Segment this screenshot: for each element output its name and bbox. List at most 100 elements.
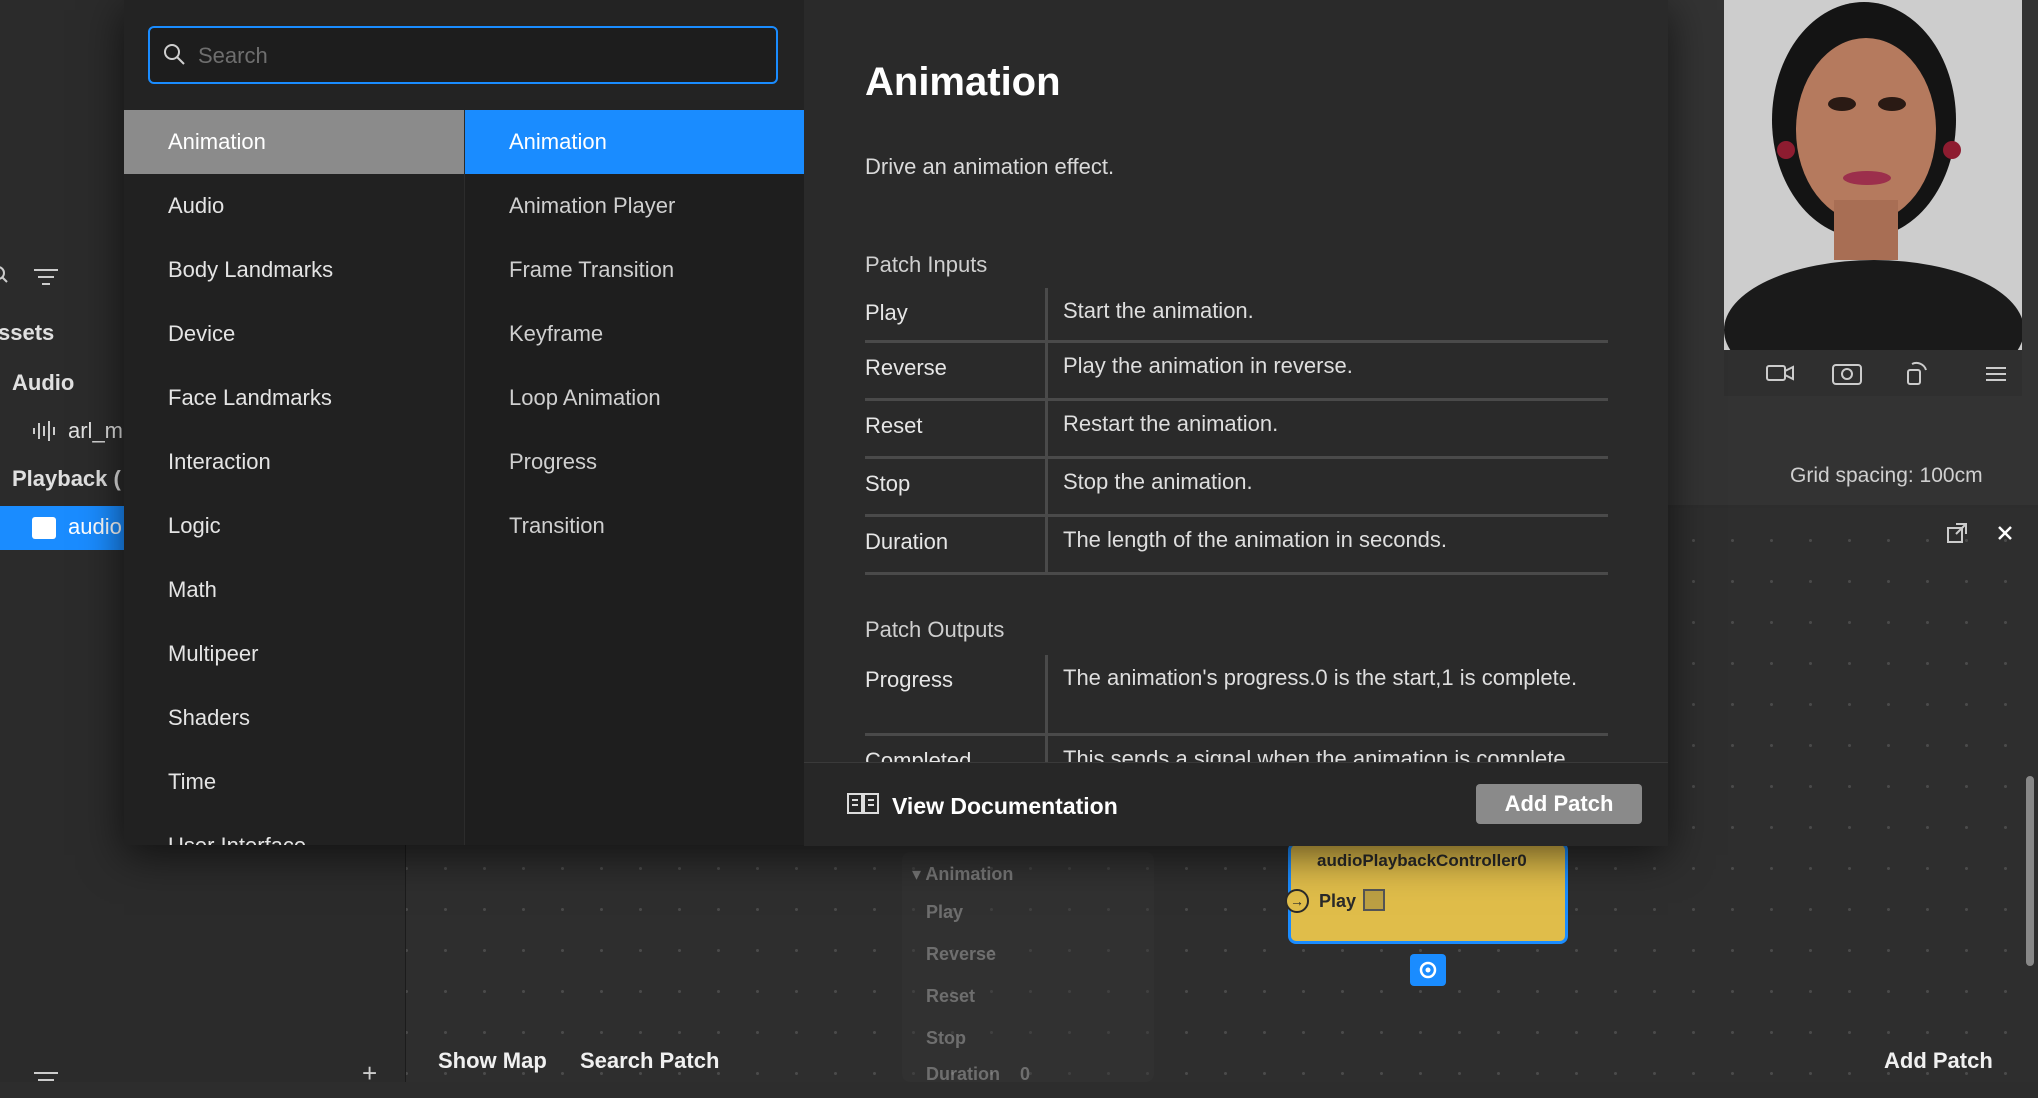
anim-node-title: ▾ Animation	[912, 864, 1013, 885]
rotate-device-icon[interactable]	[1902, 360, 1930, 386]
face-image	[1724, 0, 2022, 350]
patch-item-transition[interactable]: Transition	[465, 494, 805, 558]
add-icon[interactable]: +	[362, 1060, 382, 1086]
pop-out-icon[interactable]	[1946, 522, 1968, 544]
outputs-description: The animation's progress.0 is the start,…	[1063, 665, 1578, 690]
audio-item-selected[interactable]: audio	[0, 506, 130, 550]
switch-camera-icon[interactable]	[1832, 360, 1862, 386]
patch-item-frame-transition[interactable]: Frame Transition	[465, 238, 805, 302]
camera-toolbar	[1724, 350, 2022, 396]
column-divider	[1045, 655, 1048, 733]
audio-file-item[interactable]: arl_m	[68, 418, 123, 444]
anim-node-title-text: Animation	[925, 864, 1014, 884]
category-item-animation[interactable]: Animation	[124, 110, 464, 174]
column-divider	[1045, 401, 1048, 456]
inputs-description: Start the animation.	[1063, 298, 1254, 323]
category-list: Animation Audio Body Landmarks Device Face L…	[124, 110, 464, 845]
show-map-link[interactable]: Show Map	[438, 1048, 547, 1074]
category-item-multipeer[interactable]: Multipeer	[124, 622, 464, 686]
camera-preview	[1724, 0, 2022, 350]
category-item-interaction[interactable]: Interaction	[124, 430, 464, 494]
inputs-description: Stop the animation.	[1063, 469, 1253, 494]
inputs-description: Play the animation in reverse.	[1063, 353, 1353, 378]
patch-title: Animation	[865, 60, 1061, 104]
search-icon[interactable]	[0, 264, 14, 286]
inputs-row: Stop Stop the animation.	[865, 459, 1608, 517]
scrollbar[interactable]	[2026, 776, 2034, 966]
subcategory-list: Animation Animation Player Frame Transitio…	[464, 110, 805, 845]
category-item-time[interactable]: Time	[124, 750, 464, 814]
audio-item-label: audio	[68, 514, 122, 539]
patch-item-animation[interactable]: Animation	[465, 110, 805, 174]
outputs-name: Progress	[865, 667, 954, 692]
view-documentation-link[interactable]: View Documentation	[846, 790, 1118, 822]
add-patch-button[interactable]: Add Patch	[1476, 784, 1642, 824]
category-item-face-landmarks[interactable]: Face Landmarks	[124, 366, 464, 430]
play-input-port-icon[interactable]: →	[1285, 889, 1309, 913]
controller-node-title: audioPlaybackController0	[1317, 851, 1527, 870]
animation-patch-node[interactable]: ▾ Animation Play Reverse Reset Stop Dura…	[902, 852, 1154, 1084]
patch-description: Drive an animation effect.	[865, 154, 1115, 179]
playback-label[interactable]: Playback (	[12, 466, 121, 492]
category-item-user-interface[interactable]: User Interface	[124, 814, 464, 845]
inputs-name: Reset	[865, 413, 923, 438]
close-icon[interactable]	[1994, 522, 2016, 544]
inputs-description: Restart the animation.	[1063, 411, 1279, 436]
port-reset-label: Reset	[926, 986, 976, 1006]
port-duration[interactable]: Duration 0	[902, 1064, 1142, 1098]
audio-folder-label[interactable]: Audio	[12, 370, 74, 396]
port-reverse-label: Reverse	[926, 944, 997, 964]
node-settings-gear-icon[interactable]	[1410, 954, 1446, 986]
menu-icon[interactable]	[34, 1070, 58, 1082]
assets-label: ssets	[0, 320, 55, 345]
grid-spacing-text: Grid spacing: 100cm	[1790, 464, 1983, 487]
waveform-icon	[32, 420, 58, 442]
category-item-math[interactable]: Math	[124, 558, 464, 622]
category-item-audio[interactable]: Audio	[124, 174, 464, 238]
port-reverse[interactable]: Reverse	[902, 944, 1142, 978]
video-camera-icon[interactable]	[1766, 360, 1794, 386]
outputs-heading: Patch Outputs	[865, 617, 1005, 642]
search-patch-link[interactable]: Search Patch	[580, 1048, 719, 1074]
patch-item-animation-player[interactable]: Animation Player	[465, 174, 805, 238]
search-icon	[162, 42, 186, 66]
column-divider	[1045, 288, 1048, 340]
port-stop[interactable]: Stop	[902, 1028, 1142, 1062]
port-reset[interactable]: Reset	[902, 986, 1142, 1020]
category-item-device[interactable]: Device	[124, 302, 464, 366]
collapse-triangle-icon[interactable]: ▾	[912, 864, 925, 884]
port-stop-label: Stop	[926, 1028, 966, 1048]
inputs-row: Play Start the animation.	[865, 288, 1608, 343]
category-item-logic[interactable]: Logic	[124, 494, 464, 558]
search-input[interactable]	[196, 38, 760, 74]
patch-item-loop-animation[interactable]: Loop Animation	[465, 366, 805, 430]
port-play-label: Play	[926, 902, 964, 922]
patch-item-progress[interactable]: Progress	[465, 430, 805, 494]
inputs-description: The length of the animation in seconds.	[1063, 527, 1448, 552]
filter-icon[interactable]	[34, 268, 58, 286]
hamburger-menu-icon[interactable]	[1984, 360, 2012, 386]
category-item-body-landmarks[interactable]: Body Landmarks	[124, 238, 464, 302]
inputs-name: Play	[865, 300, 908, 325]
inputs-row: Reverse Play the animation in reverse.	[865, 343, 1608, 401]
audio-controller-icon	[32, 517, 56, 539]
inputs-row: Reset Restart the animation.	[865, 401, 1608, 459]
patch-item-keyframe[interactable]: Keyframe	[465, 302, 805, 366]
outputs-row: Progress The animation's progress.0 is th…	[865, 655, 1608, 736]
controller-play-label: Play	[1319, 891, 1357, 911]
inputs-name: Stop	[865, 471, 911, 496]
search-field[interactable]	[148, 26, 778, 84]
inputs-heading: Patch Inputs	[865, 252, 988, 277]
add-patch-link[interactable]: Add Patch	[1884, 1048, 1993, 1074]
column-divider	[1045, 517, 1048, 572]
play-checkbox[interactable]	[1363, 889, 1385, 911]
audio-playback-controller-node[interactable]: audioPlaybackController0 → Play	[1285, 842, 1568, 944]
port-play[interactable]: Play	[902, 902, 1142, 936]
book-icon	[846, 791, 880, 821]
category-item-shaders[interactable]: Shaders	[124, 686, 464, 750]
view-documentation-label: View Documentation	[892, 792, 1118, 819]
inputs-name: Duration	[865, 529, 949, 554]
column-divider	[1045, 343, 1048, 398]
inputs-name: Reverse	[865, 355, 947, 380]
column-divider	[1045, 459, 1048, 514]
